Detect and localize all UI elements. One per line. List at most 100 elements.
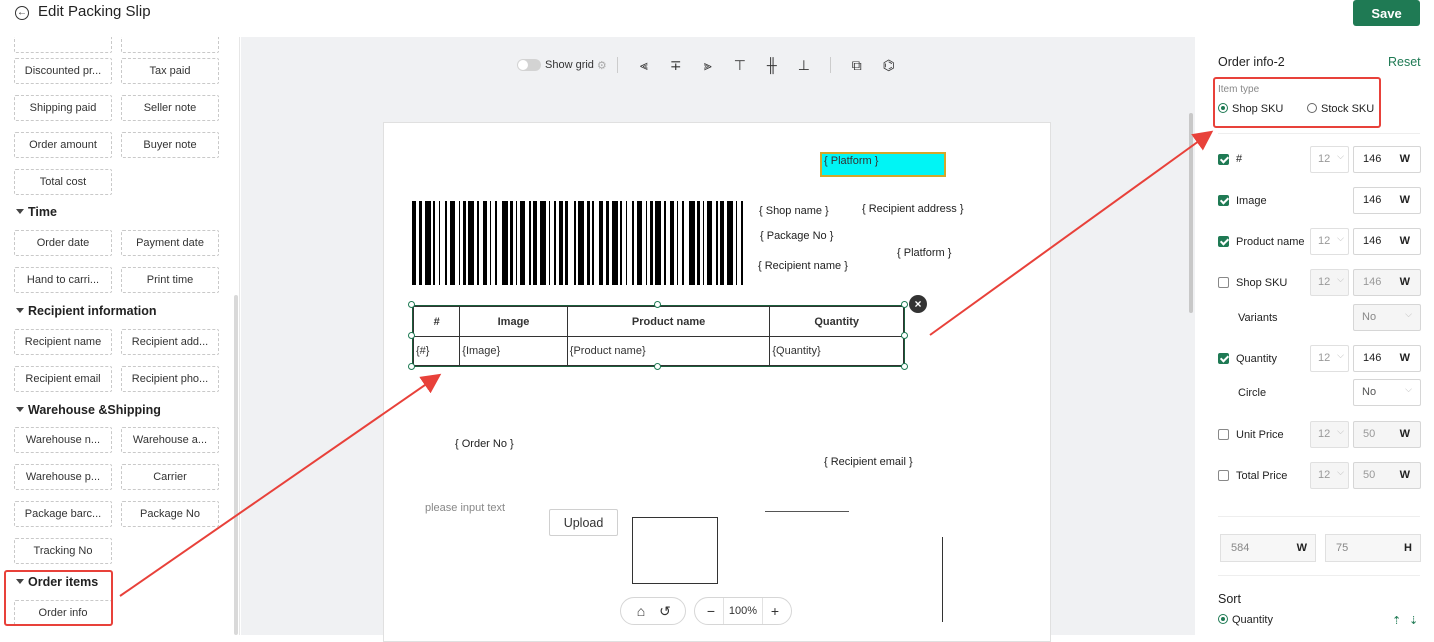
align-center-horizontal-icon[interactable]: ∓ xyxy=(665,55,687,75)
field-recipient-phone[interactable]: Recipient pho... xyxy=(121,366,219,392)
variants-select[interactable]: No xyxy=(1353,302,1421,331)
checkbox-unit-price[interactable] xyxy=(1218,429,1229,440)
field-print-time[interactable]: Print time xyxy=(121,267,219,293)
checkbox-shop-sku[interactable] xyxy=(1218,277,1229,288)
reset-link[interactable]: Reset xyxy=(1388,55,1421,69)
align-middle-vertical-icon[interactable]: ╫ xyxy=(761,55,783,75)
sort-option-quantity[interactable]: Quantity xyxy=(1218,614,1273,626)
font-size-select-unit-price[interactable]: 12 xyxy=(1310,419,1349,448)
field-recipient-email[interactable]: Recipient email xyxy=(14,366,112,392)
section-recipient-information[interactable]: Recipient information xyxy=(16,304,156,318)
vertical-line[interactable] xyxy=(942,537,943,622)
font-size-select-product-name[interactable]: 12 xyxy=(1310,226,1349,255)
field-carrier[interactable]: Carrier xyxy=(121,464,219,490)
field-recipient-address[interactable]: Recipient add... xyxy=(121,329,219,355)
checkbox-product-name[interactable] xyxy=(1218,236,1229,247)
align-bottom-icon[interactable]: ⊥ xyxy=(793,55,815,75)
horizontal-line[interactable] xyxy=(765,511,849,512)
field-recipient-name[interactable]: Recipient name xyxy=(14,329,112,355)
platform-placeholder-selected[interactable]: { Platform } xyxy=(820,152,946,177)
recipient-address-placeholder[interactable]: { Recipient address } xyxy=(862,203,964,215)
resize-handle[interactable] xyxy=(408,301,415,308)
checkbox-quantity[interactable] xyxy=(1218,353,1229,364)
width-input-quantity[interactable]: 146 W xyxy=(1353,345,1421,372)
font-size-select-total-price[interactable]: 12 xyxy=(1310,460,1349,489)
text-placeholder[interactable]: please input text xyxy=(425,502,505,514)
font-size-select-number[interactable]: 12 xyxy=(1310,144,1349,173)
recipient-email-placeholder[interactable]: { Recipient email } xyxy=(824,456,913,468)
save-button[interactable]: Save xyxy=(1353,0,1420,26)
field-warehouse-name[interactable]: Warehouse n... xyxy=(14,427,112,453)
send-backward-icon[interactable]: ⌬ xyxy=(878,55,900,75)
shop-name-placeholder[interactable]: { Shop name } xyxy=(759,205,829,217)
field-tracking-no[interactable]: Tracking No xyxy=(14,538,112,564)
field-button-top-cut-1[interactable] xyxy=(14,37,112,53)
packing-slip-paper[interactable]: { Platform } { Shop name } { Recipient a… xyxy=(383,122,1051,642)
width-input-product-name[interactable]: 146 W xyxy=(1353,228,1421,255)
circle-select[interactable]: No xyxy=(1353,377,1421,406)
checkbox-image[interactable] xyxy=(1218,195,1229,206)
width-input-total-price[interactable]: 50 W xyxy=(1353,462,1421,489)
delete-element-icon[interactable]: × xyxy=(909,295,927,313)
section-time[interactable]: Time xyxy=(16,205,57,219)
zoom-in-icon[interactable]: + xyxy=(763,603,787,619)
bring-forward-icon[interactable]: ⧉ xyxy=(846,55,868,75)
field-warehouse-phone[interactable]: Warehouse p... xyxy=(14,464,112,490)
resize-handle[interactable] xyxy=(408,363,415,370)
back-arrow-icon[interactable]: ← xyxy=(15,6,29,20)
field-discounted-price[interactable]: Discounted pr... xyxy=(14,58,112,84)
image-box[interactable] xyxy=(632,517,718,584)
barcode-bar xyxy=(716,201,718,285)
field-buyer-note[interactable]: Buyer note xyxy=(121,132,219,158)
resize-handle[interactable] xyxy=(408,332,415,339)
width-input-unit-price[interactable]: 50 W xyxy=(1353,421,1421,448)
platform-placeholder[interactable]: { Platform } xyxy=(897,247,951,259)
width-input-image[interactable]: 146 W xyxy=(1353,187,1421,214)
field-seller-note[interactable]: Seller note xyxy=(121,95,219,121)
field-order-amount[interactable]: Order amount xyxy=(14,132,112,158)
resize-handle[interactable] xyxy=(901,332,908,339)
align-left-icon[interactable]: ⫷ xyxy=(633,55,655,75)
resize-handle[interactable] xyxy=(654,363,661,370)
sort-descending-icon[interactable]: ⇣ xyxy=(1409,614,1418,627)
field-hand-to-carrier[interactable]: Hand to carri... xyxy=(14,267,112,293)
clear-canvas-icon[interactable]: ⌂ xyxy=(629,603,653,619)
package-barcode[interactable] xyxy=(412,201,746,285)
font-size-select-shop-sku[interactable]: 12 xyxy=(1310,267,1349,296)
history-icon[interactable]: ↺ xyxy=(653,603,677,620)
left-scrollbar[interactable] xyxy=(234,295,238,635)
element-height-input[interactable]: 75 H xyxy=(1325,534,1421,562)
element-width-input[interactable]: 584 W xyxy=(1220,534,1316,562)
field-warehouse-address[interactable]: Warehouse a... xyxy=(121,427,219,453)
upload-button[interactable]: Upload xyxy=(549,509,618,536)
width-input-shop-sku[interactable]: 146 W xyxy=(1353,269,1421,296)
show-grid-toggle[interactable] xyxy=(517,59,541,71)
checkbox-total-price[interactable] xyxy=(1218,470,1229,481)
field-order-date[interactable]: Order date xyxy=(14,230,112,256)
field-shipping-paid[interactable]: Shipping paid xyxy=(14,95,112,121)
canvas-scrollbar[interactable] xyxy=(1189,113,1193,313)
order-items-table[interactable]: # Image Product name Quantity {#} {Image… xyxy=(412,305,905,367)
order-no-placeholder[interactable]: { Order No } xyxy=(455,438,514,450)
recipient-name-placeholder[interactable]: { Recipient name } xyxy=(758,260,848,272)
width-input-number[interactable]: 146 W xyxy=(1353,146,1421,173)
field-label-product-name: Product name xyxy=(1236,236,1305,248)
align-top-icon[interactable]: ⊤ xyxy=(729,55,751,75)
sort-ascending-icon[interactable]: ⇡ xyxy=(1392,614,1401,627)
zoom-out-icon[interactable]: − xyxy=(699,603,723,619)
field-payment-date[interactable]: Payment date xyxy=(121,230,219,256)
resize-handle[interactable] xyxy=(654,301,661,308)
grid-settings-icon[interactable]: ⚙ xyxy=(597,59,607,72)
field-package-no[interactable]: Package No xyxy=(121,501,219,527)
package-no-placeholder[interactable]: { Package No } xyxy=(760,230,833,242)
field-total-cost[interactable]: Total cost xyxy=(14,169,112,195)
resize-handle[interactable] xyxy=(901,301,908,308)
resize-handle[interactable] xyxy=(901,363,908,370)
font-size-select-quantity[interactable]: 12 xyxy=(1310,343,1349,372)
field-button-top-cut-2[interactable] xyxy=(121,37,219,53)
align-right-icon[interactable]: ⫸ xyxy=(697,55,719,75)
field-tax-paid[interactable]: Tax paid xyxy=(121,58,219,84)
checkbox-number[interactable] xyxy=(1218,154,1229,165)
field-package-barcode[interactable]: Package barc... xyxy=(14,501,112,527)
section-warehouse-shipping[interactable]: Warehouse &Shipping xyxy=(16,403,161,417)
